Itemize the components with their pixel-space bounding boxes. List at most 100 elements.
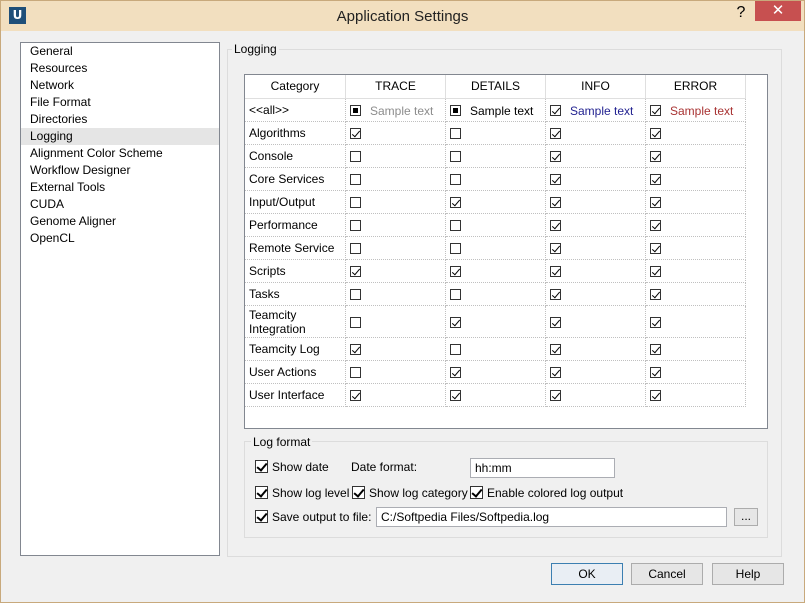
nav-item-external-tools[interactable]: External Tools: [21, 179, 219, 196]
category-user-actions-error-cell[interactable]: [646, 361, 746, 384]
category-tasks-details-cell[interactable]: [446, 283, 546, 306]
nav-item-opencl[interactable]: OpenCL: [21, 230, 219, 247]
category-teamcity-integration-details-cell[interactable]: [446, 306, 546, 338]
category-remote-service-info-cell[interactable]: [546, 237, 646, 260]
all-trace-checkbox[interactable]: [350, 105, 361, 116]
category-user-interface-info-cell[interactable]: [546, 384, 646, 407]
category-teamcity-integration-info-cell[interactable]: [546, 306, 646, 338]
core-services-error-checkbox[interactable]: [650, 174, 661, 185]
category-scripts-trace-cell[interactable]: [346, 260, 446, 283]
column-header-error[interactable]: ERROR: [646, 75, 746, 99]
all-row-details-cell[interactable]: Sample text: [446, 99, 546, 122]
teamcity-integration-details-checkbox[interactable]: [450, 317, 461, 328]
category-input-output-details-cell[interactable]: [446, 191, 546, 214]
date-format-input[interactable]: hh:mm: [470, 458, 615, 478]
category-user-actions-details-cell[interactable]: [446, 361, 546, 384]
all-row-trace-cell[interactable]: Sample text: [346, 99, 446, 122]
category-tasks-info-cell[interactable]: [546, 283, 646, 306]
category-algorithms-details-cell[interactable]: [446, 122, 546, 145]
console-info-checkbox[interactable]: [550, 151, 561, 162]
category-console-info-cell[interactable]: [546, 145, 646, 168]
nav-item-genome-aligner[interactable]: Genome Aligner: [21, 213, 219, 230]
category-core-services-details-cell[interactable]: [446, 168, 546, 191]
all-row-info-cell[interactable]: Sample text: [546, 99, 646, 122]
category-teamcity-log-details-cell[interactable]: [446, 338, 546, 361]
algorithms-info-checkbox[interactable]: [550, 128, 561, 139]
nav-item-resources[interactable]: Resources: [21, 60, 219, 77]
column-header-details[interactable]: DETAILS: [446, 75, 546, 99]
tasks-details-checkbox[interactable]: [450, 289, 461, 300]
all-details-checkbox[interactable]: [450, 105, 461, 116]
scripts-error-checkbox[interactable]: [650, 266, 661, 277]
user-interface-trace-checkbox[interactable]: [350, 390, 361, 401]
tasks-error-checkbox[interactable]: [650, 289, 661, 300]
category-user-interface-error-cell[interactable]: [646, 384, 746, 407]
tasks-trace-checkbox[interactable]: [350, 289, 361, 300]
all-row-error-cell[interactable]: Sample text: [646, 99, 746, 122]
teamcity-integration-info-checkbox[interactable]: [550, 317, 561, 328]
category-tasks-trace-cell[interactable]: [346, 283, 446, 306]
nav-item-directories[interactable]: Directories: [21, 111, 219, 128]
show-log-category-checkbox[interactable]: [352, 486, 365, 499]
category-teamcity-integration-trace-cell[interactable]: [346, 306, 446, 338]
category-teamcity-integration-error-cell[interactable]: [646, 306, 746, 338]
category-algorithms-trace-cell[interactable]: [346, 122, 446, 145]
user-interface-info-checkbox[interactable]: [550, 390, 561, 401]
category-core-services-error-cell[interactable]: [646, 168, 746, 191]
browse-file-button[interactable]: ...: [734, 508, 758, 526]
teamcity-log-info-checkbox[interactable]: [550, 344, 561, 355]
category-input-output-info-cell[interactable]: [546, 191, 646, 214]
category-performance-info-cell[interactable]: [546, 214, 646, 237]
save-output-checkbox[interactable]: [255, 510, 268, 523]
performance-details-checkbox[interactable]: [450, 220, 461, 231]
user-actions-details-checkbox[interactable]: [450, 367, 461, 378]
user-interface-details-checkbox[interactable]: [450, 390, 461, 401]
input-output-error-checkbox[interactable]: [650, 197, 661, 208]
category-teamcity-log-info-cell[interactable]: [546, 338, 646, 361]
category-performance-trace-cell[interactable]: [346, 214, 446, 237]
teamcity-log-details-checkbox[interactable]: [450, 344, 461, 355]
category-user-actions-trace-cell[interactable]: [346, 361, 446, 384]
scripts-trace-checkbox[interactable]: [350, 266, 361, 277]
core-services-trace-checkbox[interactable]: [350, 174, 361, 185]
show-log-level-checkbox[interactable]: [255, 486, 268, 499]
remote-service-trace-checkbox[interactable]: [350, 243, 361, 254]
cancel-button[interactable]: Cancel: [631, 563, 703, 585]
scripts-details-checkbox[interactable]: [450, 266, 461, 277]
nav-item-logging[interactable]: Logging: [21, 128, 219, 145]
category-remote-service-details-cell[interactable]: [446, 237, 546, 260]
category-teamcity-log-trace-cell[interactable]: [346, 338, 446, 361]
settings-category-list[interactable]: General Resources Network File Format Direct…: [20, 42, 220, 556]
column-header-category[interactable]: Category: [245, 75, 346, 99]
input-output-info-checkbox[interactable]: [550, 197, 561, 208]
category-remote-service-trace-cell[interactable]: [346, 237, 446, 260]
remote-service-details-checkbox[interactable]: [450, 243, 461, 254]
column-header-trace[interactable]: TRACE: [346, 75, 446, 99]
nav-item-alignment-color-scheme[interactable]: Alignment Color Scheme: [21, 145, 219, 162]
teamcity-log-error-checkbox[interactable]: [650, 344, 661, 355]
performance-info-checkbox[interactable]: [550, 220, 561, 231]
enable-colored-log-checkbox[interactable]: [470, 486, 483, 499]
ok-button[interactable]: OK: [551, 563, 623, 585]
nav-item-general[interactable]: General: [21, 43, 219, 60]
category-tasks-error-cell[interactable]: [646, 283, 746, 306]
category-user-interface-trace-cell[interactable]: [346, 384, 446, 407]
scripts-info-checkbox[interactable]: [550, 266, 561, 277]
console-trace-checkbox[interactable]: [350, 151, 361, 162]
input-output-details-checkbox[interactable]: [450, 197, 461, 208]
all-error-checkbox[interactable]: [650, 105, 661, 116]
user-actions-error-checkbox[interactable]: [650, 367, 661, 378]
category-algorithms-info-cell[interactable]: [546, 122, 646, 145]
category-performance-error-cell[interactable]: [646, 214, 746, 237]
column-header-info[interactable]: INFO: [546, 75, 646, 99]
performance-error-checkbox[interactable]: [650, 220, 661, 231]
remote-service-error-checkbox[interactable]: [650, 243, 661, 254]
nav-item-file-format[interactable]: File Format: [21, 94, 219, 111]
user-interface-error-checkbox[interactable]: [650, 390, 661, 401]
category-scripts-info-cell[interactable]: [546, 260, 646, 283]
category-teamcity-log-error-cell[interactable]: [646, 338, 746, 361]
input-output-trace-checkbox[interactable]: [350, 197, 361, 208]
help-button[interactable]: Help: [712, 563, 784, 585]
console-details-checkbox[interactable]: [450, 151, 461, 162]
nav-item-network[interactable]: Network: [21, 77, 219, 94]
